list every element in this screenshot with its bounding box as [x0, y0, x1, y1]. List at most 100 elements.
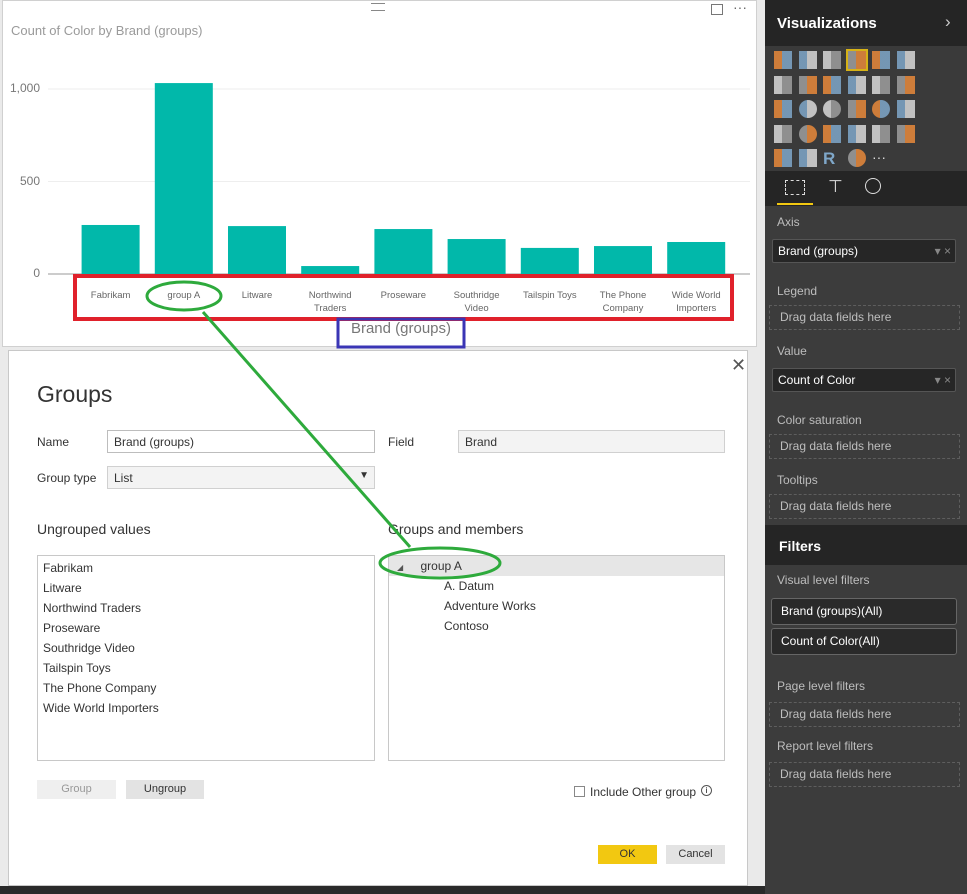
- line-clustered-column-icon[interactable]: [872, 75, 890, 94]
- bar-northwind-traders[interactable]: [301, 266, 360, 274]
- ungrouped-item[interactable]: Southridge Video: [38, 638, 374, 658]
- clustered-bar-icon[interactable]: [823, 51, 841, 69]
- ungrouped-item[interactable]: Tailspin Toys: [38, 658, 374, 678]
- 100-stacked-column-icon[interactable]: [896, 51, 915, 69]
- scatter-icon[interactable]: [774, 100, 792, 118]
- collapse-chevron-icon[interactable]: ›: [945, 12, 951, 32]
- field-input: Brand: [458, 430, 725, 453]
- viz-icon-grid: R ···: [765, 46, 967, 171]
- name-label: Name: [37, 435, 70, 449]
- ungrouped-item[interactable]: The Phone Company: [38, 678, 374, 698]
- ungrouped-item[interactable]: Wide World Importers: [38, 698, 374, 718]
- gauge-icon[interactable]: [798, 124, 817, 143]
- donut-icon[interactable]: [823, 100, 841, 118]
- ungrouped-item[interactable]: Litware: [38, 578, 374, 598]
- line-icon[interactable]: [774, 75, 792, 94]
- cancel-button[interactable]: Cancel: [666, 845, 725, 864]
- ungrouped-item[interactable]: Fabrikam: [38, 558, 374, 578]
- multi-row-card-icon[interactable]: [847, 124, 866, 143]
- filter-count-of-color[interactable]: Count of Color(All): [771, 628, 957, 655]
- tooltips-drop-zone[interactable]: Drag data fields here: [769, 494, 960, 519]
- dialog-title: Groups: [37, 381, 113, 407]
- table-icon[interactable]: [774, 149, 792, 167]
- remove-field-icon[interactable]: ▾ ×: [935, 240, 951, 262]
- axis-field-well[interactable]: Brand (groups) ▾ ×: [772, 239, 956, 263]
- stacked-area-icon[interactable]: [823, 75, 841, 94]
- bar-southridge-video[interactable]: [447, 239, 506, 274]
- slicer-icon[interactable]: [896, 124, 915, 143]
- bar-tailspin-toys[interactable]: [520, 247, 579, 274]
- fields-tab-icon[interactable]: [785, 180, 805, 195]
- axis-field-value: Brand (groups): [778, 244, 859, 258]
- legend-label: Legend: [777, 284, 818, 298]
- report-filters-drop-zone[interactable]: Drag data fields here: [769, 762, 960, 787]
- ungrouped-item[interactable]: Northwind Traders: [38, 598, 374, 618]
- page-level-filters-label: Page level filters: [777, 679, 866, 693]
- bottom-bar: [0, 886, 765, 894]
- x-tick-label: Fabrikam: [90, 290, 131, 301]
- bar-fabrikam[interactable]: [81, 224, 140, 274]
- name-input[interactable]: Brand (groups): [107, 430, 375, 453]
- matrix-icon[interactable]: [798, 149, 817, 167]
- filter-brand-groups[interactable]: Brand (groups)(All): [771, 598, 957, 625]
- x-tick-label: Litware: [241, 290, 273, 301]
- include-other-checkbox[interactable]: [574, 786, 585, 797]
- bar-the-phone-company[interactable]: [594, 246, 652, 274]
- visualizations-pane: Visualizations › R ··· ⊤ Axis Brand (grou…: [765, 0, 967, 894]
- ungrouped-item[interactable]: Proseware: [38, 618, 374, 638]
- analytics-magnifier-icon[interactable]: [865, 178, 881, 194]
- chevron-down-icon: ▼: [359, 470, 369, 481]
- bar-litware[interactable]: [228, 226, 286, 274]
- include-other-label: Include Other group: [590, 785, 697, 799]
- collapse-triangle-icon[interactable]: ◢: [397, 563, 403, 572]
- group-member-item[interactable]: Contoso: [389, 616, 724, 636]
- bar-group-a[interactable]: [154, 83, 213, 274]
- group-member-item[interactable]: Adventure Works: [389, 596, 724, 616]
- stacked-bar-icon[interactable]: [774, 51, 792, 69]
- treemap-icon[interactable]: [847, 100, 866, 118]
- ribbon-icon[interactable]: [896, 75, 915, 94]
- legend-drop-zone[interactable]: Drag data fields here: [769, 305, 960, 330]
- stacked-column-icon[interactable]: [798, 51, 817, 69]
- x-tick-label: Tailspin Toys: [522, 290, 577, 301]
- bar-wide-world-importers[interactable]: [667, 241, 726, 274]
- 100-stacked-bar-icon[interactable]: [872, 51, 890, 69]
- map-icon[interactable]: [872, 100, 890, 118]
- kpi-icon[interactable]: [872, 124, 890, 143]
- ungrouped-values-list[interactable]: Fabrikam Litware Northwind Traders Prosewar…: [37, 555, 375, 761]
- y-tick-label: 0: [33, 266, 40, 280]
- value-field-well[interactable]: Count of Color ▾ ×: [772, 368, 956, 392]
- more-icon[interactable]: ···: [872, 149, 890, 167]
- report-level-filters-label: Report level filters: [777, 739, 874, 753]
- clustered-column-icon[interactable]: [845, 49, 868, 71]
- value-label: Value: [777, 344, 807, 358]
- filled-map-icon[interactable]: [896, 100, 915, 118]
- page-filters-drop-zone[interactable]: Drag data fields here: [769, 702, 960, 727]
- remove-field-icon[interactable]: ▾ ×: [935, 369, 951, 391]
- funnel-icon[interactable]: [774, 124, 792, 143]
- globe-icon[interactable]: [847, 149, 866, 167]
- bar-proseware[interactable]: [374, 229, 433, 274]
- y-tick-label: 500: [19, 173, 40, 188]
- visualizations-title: Visualizations: [777, 15, 877, 32]
- ungroup-button[interactable]: Ungroup: [126, 780, 204, 799]
- info-icon[interactable]: i: [701, 785, 712, 796]
- group-type-select[interactable]: List ▼: [107, 466, 375, 489]
- close-icon[interactable]: ✕: [731, 355, 746, 376]
- groups-members-list[interactable]: ◢ group A A. Datum Adventure Works Contoso: [388, 555, 725, 761]
- line-column-icon[interactable]: [847, 75, 866, 94]
- tooltips-label: Tooltips: [777, 473, 818, 487]
- groups-dialog: ✕ Groups Name Brand (groups) Field Brand…: [8, 350, 748, 886]
- color-saturation-label: Color saturation: [777, 413, 862, 427]
- x-tick-label: Southridge Video: [453, 290, 500, 314]
- card-icon[interactable]: [823, 124, 841, 143]
- format-paint-roller-icon[interactable]: ⊤: [828, 177, 843, 197]
- group-member-item[interactable]: A. Datum: [389, 576, 724, 596]
- group-row[interactable]: ◢ group A: [389, 556, 724, 576]
- pie-icon[interactable]: [798, 100, 817, 118]
- area-icon[interactable]: [798, 75, 817, 94]
- r-visual-icon[interactable]: R: [823, 149, 841, 168]
- ok-button[interactable]: OK: [598, 845, 657, 864]
- saturation-drop-zone[interactable]: Drag data fields here: [769, 434, 960, 459]
- group-button[interactable]: Group: [37, 780, 116, 799]
